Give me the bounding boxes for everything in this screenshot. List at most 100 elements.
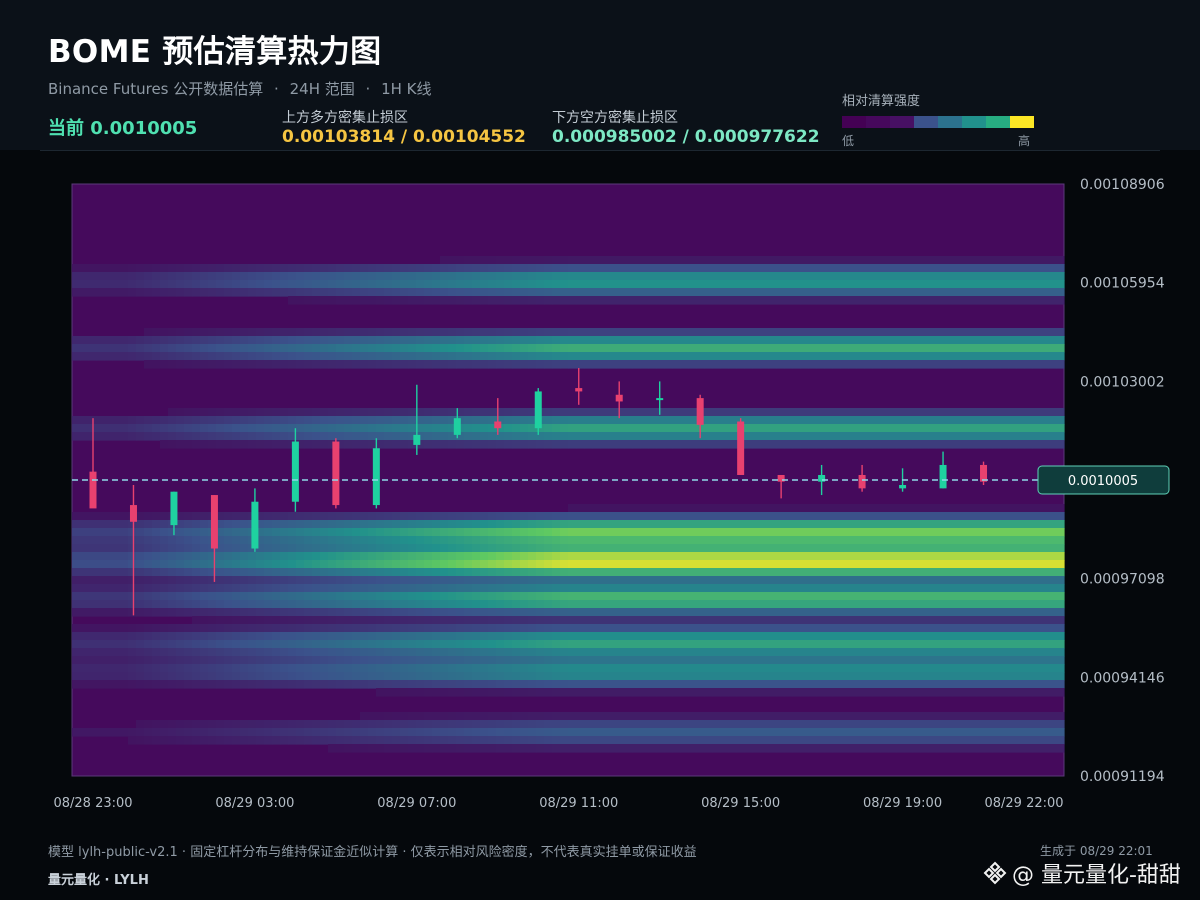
heat-cell bbox=[968, 624, 977, 633]
heat-cell bbox=[360, 336, 369, 345]
heat-cell bbox=[512, 552, 521, 561]
heat-cell bbox=[616, 360, 625, 369]
heat-cell bbox=[176, 424, 185, 433]
heat-cell bbox=[328, 360, 337, 369]
heat-cell bbox=[160, 560, 169, 569]
heat-cell bbox=[832, 432, 841, 441]
heat-cell bbox=[800, 504, 809, 513]
heat-cell bbox=[320, 584, 329, 593]
heat-cell bbox=[120, 416, 129, 425]
heat-cell bbox=[600, 552, 609, 561]
heat-cell bbox=[208, 336, 217, 345]
heat-cell bbox=[832, 568, 841, 577]
heat-cell bbox=[664, 568, 673, 577]
heat-cell bbox=[208, 416, 217, 425]
heat-cell bbox=[872, 424, 881, 433]
heat-cell bbox=[824, 576, 833, 585]
heat-cell bbox=[344, 664, 353, 673]
heat-cell bbox=[288, 560, 297, 569]
heat-cell bbox=[256, 280, 265, 289]
heat-cell bbox=[128, 656, 137, 665]
heat-cell bbox=[208, 344, 217, 353]
heat-cell bbox=[824, 568, 833, 577]
heat-cell bbox=[1008, 424, 1017, 433]
heat-cell bbox=[248, 264, 257, 273]
heat-cell bbox=[328, 552, 337, 561]
heat-cell bbox=[136, 568, 145, 577]
heat-cell bbox=[568, 280, 577, 289]
heat-cell bbox=[304, 336, 313, 345]
heat-cell bbox=[696, 288, 705, 297]
heat-cell bbox=[840, 336, 849, 345]
heat-cell bbox=[520, 336, 529, 345]
heat-cell bbox=[864, 536, 873, 545]
heat-cell bbox=[968, 592, 977, 601]
heat-cell bbox=[712, 336, 721, 345]
heat-cell bbox=[608, 680, 617, 689]
heat-cell bbox=[544, 688, 553, 697]
heat-cell bbox=[896, 504, 905, 513]
heat-cell bbox=[568, 624, 577, 633]
heat-cell bbox=[616, 640, 625, 649]
heat-cell bbox=[728, 640, 737, 649]
heat-cell bbox=[640, 360, 649, 369]
heat-cell bbox=[504, 680, 513, 689]
heat-cell bbox=[736, 560, 745, 569]
heat-cell bbox=[952, 528, 961, 537]
heat-cell bbox=[360, 544, 369, 553]
heat-cell bbox=[88, 600, 97, 609]
heat-cell bbox=[368, 552, 377, 561]
heat-cell bbox=[496, 328, 505, 337]
heat-cell bbox=[472, 336, 481, 345]
heat-cell bbox=[760, 336, 769, 345]
heat-cell bbox=[520, 520, 529, 529]
heat-cell bbox=[352, 528, 361, 537]
heat-cell bbox=[448, 592, 457, 601]
heat-cell bbox=[560, 584, 569, 593]
heat-cell bbox=[1048, 624, 1057, 633]
heat-cell bbox=[296, 672, 305, 681]
heat-cell bbox=[72, 560, 81, 569]
heat-cell bbox=[256, 264, 265, 273]
heat-cell bbox=[472, 544, 481, 553]
heat-cell bbox=[184, 264, 193, 273]
heat-cell bbox=[976, 408, 985, 417]
heat-cell bbox=[752, 336, 761, 345]
heat-cell bbox=[712, 600, 721, 609]
heat-cell bbox=[416, 680, 425, 689]
heat-cell bbox=[200, 648, 209, 657]
heat-cell bbox=[88, 528, 97, 537]
heat-cell bbox=[720, 264, 729, 273]
heat-cell bbox=[480, 528, 489, 537]
heat-cell bbox=[504, 712, 513, 721]
heat-cell bbox=[136, 664, 145, 673]
heat-cell bbox=[288, 528, 297, 537]
heat-cell bbox=[456, 296, 465, 305]
heat-cell bbox=[560, 360, 569, 369]
heat-cell bbox=[984, 328, 993, 337]
heat-cell bbox=[968, 608, 977, 617]
heat-cell bbox=[696, 688, 705, 697]
heat-cell bbox=[464, 648, 473, 657]
heat-cell bbox=[352, 440, 361, 449]
heat-cell bbox=[200, 632, 209, 641]
heat-cell bbox=[864, 256, 873, 265]
heat-cell bbox=[360, 592, 369, 601]
heat-cell bbox=[904, 664, 913, 673]
heat-cell bbox=[160, 432, 169, 441]
heat-cell bbox=[1016, 288, 1025, 297]
heat-cell bbox=[352, 592, 361, 601]
heat-cell bbox=[800, 544, 809, 553]
heat-cell bbox=[264, 272, 273, 281]
heat-cell bbox=[880, 640, 889, 649]
heat-cell bbox=[848, 608, 857, 617]
heat-cell bbox=[912, 424, 921, 433]
heat-cell bbox=[960, 712, 969, 721]
heat-cell bbox=[760, 408, 769, 417]
heat-cell bbox=[800, 648, 809, 657]
heat-cell bbox=[552, 264, 561, 273]
heat-cell bbox=[720, 584, 729, 593]
heat-cell bbox=[184, 656, 193, 665]
heat-cell bbox=[696, 712, 705, 721]
heat-cell bbox=[776, 536, 785, 545]
